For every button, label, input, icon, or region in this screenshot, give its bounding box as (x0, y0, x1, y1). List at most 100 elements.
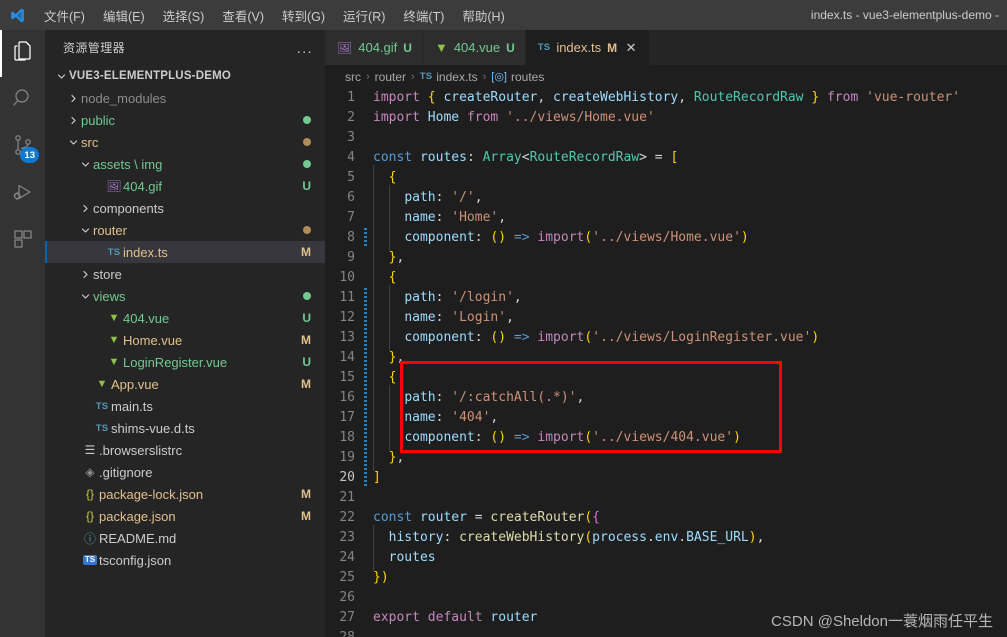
menu-view[interactable]: 查看(V) (213, 0, 273, 30)
menu-file[interactable]: 文件(F) (35, 0, 94, 30)
sidebar-explorer: 资源管理器 ... VUE3-ELEMENTPLUS-DEMO node_modu… (45, 30, 325, 637)
chevron-down-icon[interactable] (65, 138, 81, 147)
activity-item-run-and-debug[interactable] (0, 171, 45, 218)
code-line: 25}) (325, 568, 1007, 588)
code-line: 19 }, (325, 445, 1007, 471)
activity-item-search[interactable] (0, 77, 45, 124)
line-number: 1 (347, 90, 355, 105)
tree-row-readme.md[interactable]: ⓘ README.md (45, 527, 325, 549)
folder-status-dot (303, 292, 311, 300)
tree-item-label: shims-vue.d.ts (111, 420, 195, 436)
tree-row-404.gif[interactable]: 🖼 404.gif U (45, 175, 325, 197)
tree-row-package-lock.json[interactable]: {} package-lock.json M (45, 483, 325, 505)
code-line-text: path: '/', (367, 185, 1007, 211)
tree-row-views[interactable]: views (45, 285, 325, 307)
activity-item-explorer[interactable] (0, 30, 45, 77)
chevron-down-icon[interactable] (77, 226, 93, 235)
chevron-right-icon[interactable] (77, 204, 93, 213)
vscode-logo-icon (0, 7, 35, 24)
line-number: 13 (325, 328, 367, 348)
code-line-text: component: () => import('../views/404.vu… (367, 425, 1007, 451)
code-line: 26 (325, 588, 1007, 608)
menu-bar: 文件(F) 编辑(E) 选择(S) 查看(V) 转到(G) 运行(R) 终端(T… (35, 0, 514, 30)
explorer-header: 资源管理器 ... (45, 30, 325, 65)
line-number: 3 (347, 130, 355, 145)
activity-item-extensions[interactable] (0, 218, 45, 265)
tree-row-src[interactable]: src (45, 131, 325, 153)
title-bar: 文件(F) 编辑(E) 选择(S) 查看(V) 转到(G) 运行(R) 终端(T… (0, 0, 1007, 30)
tab-label: 404.gif (358, 40, 398, 55)
editor-tab-404-vue[interactable]: ▼ 404.vue U (422, 30, 526, 65)
tree-row-public[interactable]: public (45, 109, 325, 131)
activity-item-source-control[interactable]: 13 (0, 124, 45, 171)
chevron-down-icon[interactable] (53, 72, 69, 81)
breadcrumb-item-routes[interactable]: [◎] routes (491, 70, 544, 84)
chevron-right-icon[interactable] (65, 94, 81, 103)
breadcrumb-item-router[interactable]: router (375, 70, 406, 84)
tree-item-label: .gitignore (99, 464, 153, 480)
tree-row-store[interactable]: store (45, 263, 325, 285)
editor-tab-404-gif[interactable]: 🖼 404.gif U (325, 30, 423, 65)
more-actions-icon[interactable]: ... (295, 40, 315, 56)
tree-row-main.ts[interactable]: TS main.ts (45, 395, 325, 417)
menu-selection[interactable]: 选择(S) (154, 0, 214, 30)
code-line: 23 history: createWebHistory(process.env… (325, 525, 1007, 551)
menu-terminal[interactable]: 终端(T) (394, 0, 453, 30)
tree-row-shims-vue.d.ts[interactable]: TS shims-vue.d.ts (45, 417, 325, 439)
tree-row-assets-img[interactable]: assets \ img (45, 153, 325, 175)
ts-icon: TS (95, 400, 109, 412)
tree-row-app.vue[interactable]: ▼ App.vue M (45, 373, 325, 395)
code-line: 22 const router = createRouter({ (325, 508, 1007, 528)
code-line: 6 path: '/', (325, 185, 1007, 211)
code-line: 17 name: '404', (325, 405, 1007, 431)
tree-item-label: components (93, 200, 164, 216)
chevron-right-icon[interactable] (65, 116, 81, 125)
tree-row-404.vue[interactable]: ▼ 404.vue U (45, 307, 325, 329)
search-icon (11, 86, 35, 115)
menu-go[interactable]: 转到(G) (273, 0, 334, 30)
vue-icon: ▼ (96, 378, 108, 390)
git-status-badge: U (302, 311, 311, 325)
watermark: CSDN @Sheldon一蓑烟雨任平生 (771, 613, 993, 630)
breadcrumb-label: src (345, 69, 361, 84)
tree-row-home.vue[interactable]: ▼ Home.vue M (45, 329, 325, 351)
code-line: 18 component: () => import('../views/404… (325, 425, 1007, 451)
window-title: index.ts - vue3-elementplus-demo - (810, 8, 999, 22)
code-line-text: const router = createRouter({ (373, 510, 600, 525)
menu-help[interactable]: 帮助(H) (453, 0, 513, 30)
vue-icon: ▼ (108, 334, 120, 346)
breadcrumb-item-src[interactable]: src (345, 70, 361, 84)
menu-run[interactable]: 运行(R) (334, 0, 394, 30)
activity-bar: 13 (0, 30, 45, 637)
breadcrumb-item-index-ts[interactable]: TS index.ts (420, 70, 478, 84)
tree-row-.gitignore[interactable]: ◈ .gitignore (45, 461, 325, 483)
gif-icon: 🖼 (106, 179, 122, 193)
chevron-right-icon[interactable] (77, 270, 93, 279)
tab-status-badge: U (403, 40, 412, 55)
code-line: 4 const routes: Array<RouteRecordRaw> = [ (325, 148, 1007, 168)
chevron-down-icon[interactable] (77, 292, 93, 301)
line-number: 21 (339, 490, 355, 505)
git-status-badge: M (301, 333, 311, 347)
code-line: 20] (325, 468, 1007, 488)
close-icon[interactable]: ✕ (623, 40, 639, 56)
tree-row-components[interactable]: components (45, 197, 325, 219)
tree-item-label: .browserslistrc (99, 442, 183, 458)
tree-row-node_modules[interactable]: node_modules (45, 87, 325, 109)
chevron-down-icon[interactable] (77, 160, 93, 169)
tree-row-index.ts[interactable]: TS index.ts M (45, 241, 325, 263)
code-editor[interactable]: 1 import { createRouter, createWebHistory… (325, 88, 1007, 637)
code-line: 1 import { createRouter, createWebHistory… (325, 88, 1007, 108)
menu-edit[interactable]: 编辑(E) (94, 0, 154, 30)
tree-row-loginregister.vue[interactable]: ▼ LoginRegister.vue U (45, 351, 325, 373)
editor-tab-index-ts[interactable]: TS index.ts M ✕ (525, 30, 651, 65)
tree-row-package.json[interactable]: {} package.json M (45, 505, 325, 527)
code-line: 14 }, (325, 345, 1007, 371)
code-line: 12 name: 'Login', (325, 305, 1007, 331)
line-number: 12 (325, 308, 367, 328)
code-line: 2 import Home from '../views/Home.vue' (325, 108, 1007, 128)
tree-row-vue3-elementplus-demo[interactable]: VUE3-ELEMENTPLUS-DEMO (45, 65, 325, 87)
tree-row-tsconfig.json[interactable]: TS tsconfig.json (45, 549, 325, 571)
tree-row-router[interactable]: router (45, 219, 325, 241)
tree-row-.browserslistrc[interactable]: ☰ .browserslistrc (45, 439, 325, 461)
